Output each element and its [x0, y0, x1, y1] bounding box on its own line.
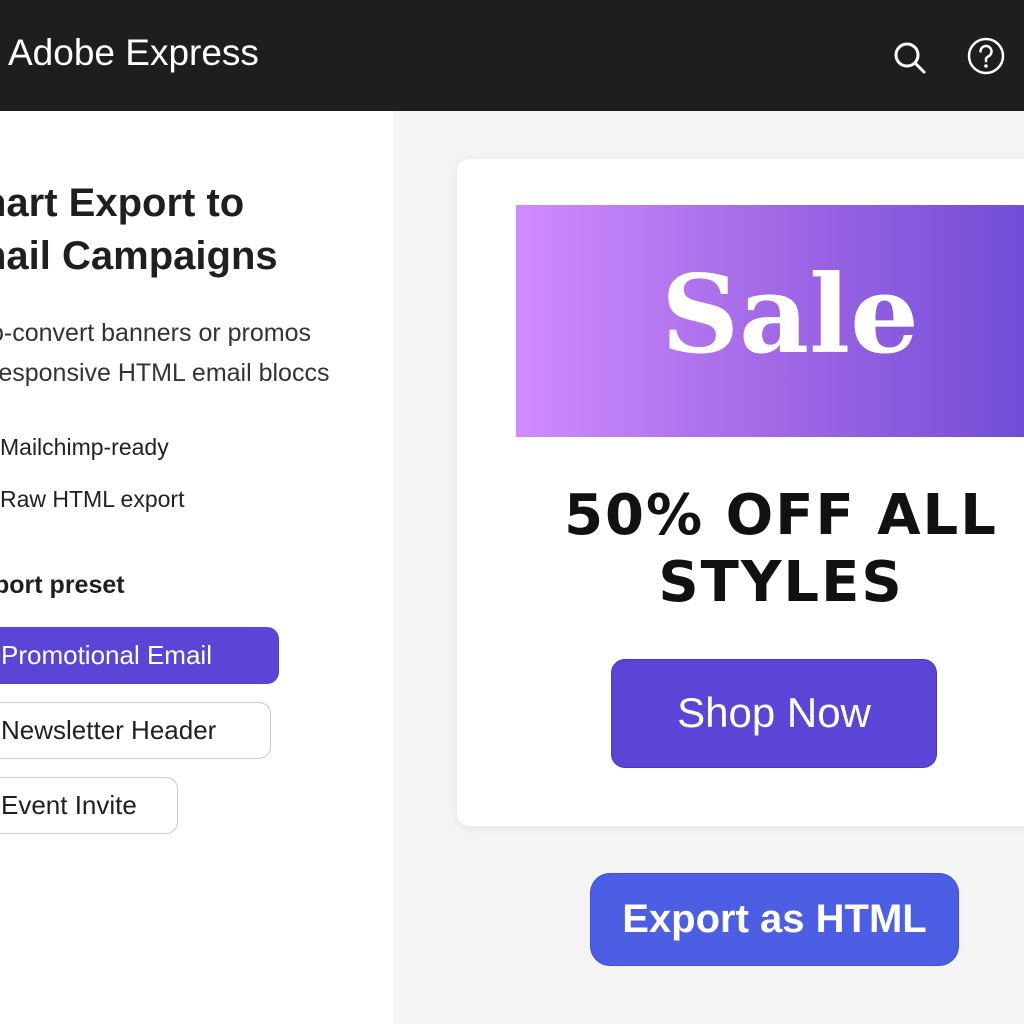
promo-headline-line-2: STYLES: [658, 550, 904, 615]
promo-headline: 50% OFF ALL STYLES: [516, 482, 1024, 616]
help-button[interactable]: [966, 36, 1006, 76]
banner-text: Sale: [661, 252, 919, 378]
panel-title-line-1: nart Export to: [0, 181, 245, 225]
preset-label: Promotional Email: [1, 640, 212, 670]
app-window: Adobe Express nart Export to nail Campai…: [0, 0, 1024, 1024]
top-bar: Adobe Express: [0, 0, 1024, 111]
preset-heading: port preset: [0, 571, 125, 599]
promo-headline-line-1: 50% OFF ALL: [564, 483, 998, 548]
feature-raw-html-export: Raw HTML export: [0, 486, 185, 512]
help-icon: [967, 37, 1005, 75]
preset-newsletter-header[interactable]: Newsletter Header: [0, 702, 271, 759]
preset-label: Newsletter Header: [1, 715, 217, 745]
panel-title: nart Export to nail Campaigns: [0, 177, 278, 283]
panel-description: o-convert banners or promos responsive H…: [0, 313, 329, 393]
export-options-panel: nart Export to nail Campaigns o-convert …: [0, 111, 393, 1024]
export-html-button[interactable]: Export as HTML: [590, 873, 959, 966]
panel-description-line-1: o-convert banners or promos: [0, 319, 311, 347]
preset-event-invite[interactable]: Event Invite: [0, 777, 178, 834]
preset-promotional-email[interactable]: Promotional Email: [0, 627, 279, 684]
preset-label: Event Invite: [1, 790, 137, 820]
panel-title-line-2: nail Campaigns: [0, 234, 278, 278]
search-button[interactable]: [888, 36, 932, 80]
search-icon: [894, 42, 926, 74]
app-title: Adobe Express: [8, 32, 259, 73]
panel-description-line-2: responsive HTML email blocсs: [0, 359, 330, 387]
shop-now-button[interactable]: Shop Now: [611, 659, 937, 768]
sale-banner: Sale: [516, 205, 1024, 437]
feature-mailchimp-ready: Mailchimp-ready: [0, 434, 169, 460]
